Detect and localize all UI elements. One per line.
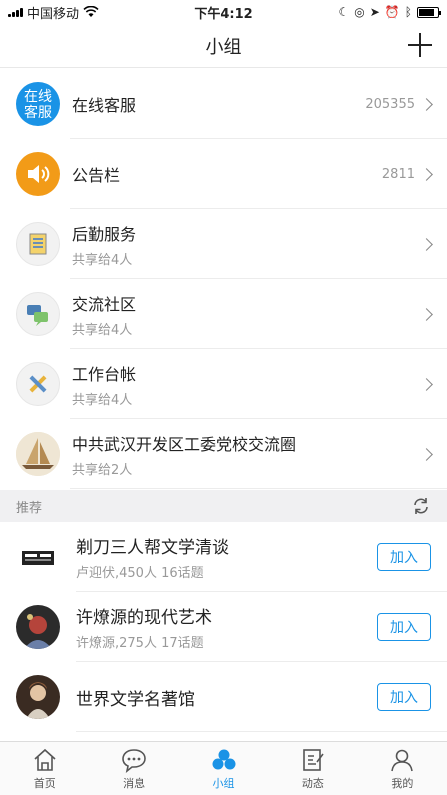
home-icon bbox=[34, 748, 56, 771]
chevron-right-icon bbox=[420, 377, 433, 391]
document-icon bbox=[16, 222, 60, 266]
recommend-item[interactable]: 许燎源的现代艺术 许燎源,275人 17话题 加入 bbox=[0, 592, 447, 662]
tab-label: 小组 bbox=[212, 777, 235, 790]
recommend-subtitle: 许燎源,275人 17话题 bbox=[76, 636, 204, 651]
chevron-right-icon bbox=[420, 447, 433, 461]
join-button[interactable]: 加入 bbox=[377, 613, 431, 641]
tools-icon bbox=[16, 362, 60, 406]
status-left: 中国移动 bbox=[8, 3, 99, 22]
sailboat-icon bbox=[16, 432, 60, 476]
battery-icon bbox=[417, 6, 441, 18]
recommend-label: 推荐 bbox=[16, 500, 43, 516]
recommend-item[interactable]: 剃刀三人帮文学清谈 卢迎伏,450人 16话题 加入 bbox=[0, 522, 447, 592]
tab-home[interactable]: 首页 bbox=[0, 742, 89, 795]
group-title: 公告栏 bbox=[72, 166, 121, 185]
group-shared: 共享给2人 bbox=[72, 462, 133, 478]
feed-icon bbox=[303, 749, 324, 771]
group-title: 工作台帐 bbox=[72, 364, 137, 384]
group-row-community[interactable]: 交流社区 共享给4人 bbox=[0, 279, 447, 349]
group-title: 在线客服 bbox=[72, 96, 137, 115]
chevron-right-icon bbox=[420, 97, 433, 111]
group-title: 后勤服务 bbox=[72, 224, 137, 244]
chevron-right-icon bbox=[420, 167, 433, 181]
group-list: 在线 客服 在线客服 205355 公告栏 2811 后勤服务 共享给4人 交流… bbox=[0, 69, 447, 489]
svg-text:在线: 在线 bbox=[24, 89, 52, 105]
join-button[interactable]: 加入 bbox=[377, 543, 431, 571]
join-button[interactable]: 加入 bbox=[377, 683, 431, 711]
group-row-notice[interactable]: 公告栏 2811 bbox=[0, 139, 447, 209]
group-avatar-icon bbox=[16, 605, 60, 649]
tab-label: 我的 bbox=[391, 777, 414, 790]
chevron-right-icon bbox=[420, 307, 433, 321]
speaker-icon bbox=[16, 152, 60, 196]
tab-label: 动态 bbox=[301, 777, 324, 790]
lock-rotation-icon: ◎ bbox=[354, 5, 365, 19]
group-title: 中共武汉开发区工委党校交流圈 bbox=[72, 434, 297, 454]
refresh-icon[interactable] bbox=[411, 496, 431, 516]
tab-label: 消息 bbox=[123, 777, 146, 790]
group-row-party-school[interactable]: 中共武汉开发区工委党校交流圈 共享给2人 bbox=[0, 419, 447, 489]
group-icon bbox=[212, 749, 236, 770]
group-avatar-icon bbox=[16, 535, 60, 579]
status-bar: 中国移动 下午4:12 ☾ ◎ ➤ ⏰ ᛒ bbox=[0, 0, 447, 24]
tab-messages[interactable]: 消息 bbox=[89, 742, 178, 795]
tab-groups[interactable]: 小组 bbox=[179, 742, 268, 795]
group-row-service[interactable]: 在线 客服 在线客服 205355 bbox=[0, 69, 447, 139]
group-shared: 共享给4人 bbox=[72, 392, 133, 408]
signal-icon bbox=[8, 7, 23, 17]
nav-bar: 小组 bbox=[0, 24, 447, 68]
recommend-title: 世界文学名著馆 bbox=[76, 689, 195, 710]
chat-bubbles-icon bbox=[16, 292, 60, 336]
group-shared: 共享给4人 bbox=[72, 322, 133, 338]
message-icon bbox=[122, 749, 146, 773]
recommend-header: 推荐 bbox=[0, 490, 447, 522]
profile-icon bbox=[391, 749, 414, 772]
tab-label: 首页 bbox=[33, 777, 56, 790]
recommend-list: 剃刀三人帮文学清谈 卢迎伏,450人 16话题 加入 许燎源的现代艺术 许燎源,… bbox=[0, 522, 447, 732]
svg-text:客服: 客服 bbox=[24, 104, 52, 121]
group-shared: 共享给4人 bbox=[72, 252, 133, 268]
recommend-title: 剃刀三人帮文学清谈 bbox=[76, 538, 229, 558]
group-count: 205355 bbox=[365, 96, 415, 112]
bluetooth-icon: ᛒ bbox=[404, 5, 412, 19]
group-avatar-icon bbox=[16, 675, 60, 719]
recommend-subtitle: 卢迎伏,450人 16话题 bbox=[76, 566, 204, 581]
recommend-item[interactable]: 世界文学名著馆 加入 bbox=[0, 662, 447, 732]
location-icon: ➤ bbox=[369, 5, 380, 19]
moon-icon: ☾ bbox=[338, 5, 350, 19]
wifi-icon bbox=[83, 6, 99, 17]
group-title: 交流社区 bbox=[72, 294, 137, 314]
page-title: 小组 bbox=[205, 36, 242, 58]
group-count: 2811 bbox=[381, 166, 415, 182]
status-right: ☾ ◎ ➤ ⏰ ᛒ bbox=[338, 5, 441, 19]
add-icon[interactable] bbox=[407, 32, 433, 58]
alarm-icon: ⏰ bbox=[384, 5, 400, 19]
chevron-right-icon bbox=[420, 237, 433, 251]
tab-profile[interactable]: 我的 bbox=[358, 742, 447, 795]
service-icon: 在线 客服 bbox=[16, 82, 60, 126]
group-row-logistics[interactable]: 后勤服务 共享给4人 bbox=[0, 209, 447, 279]
carrier-label: 中国移动 bbox=[27, 6, 80, 22]
recommend-title: 许燎源的现代艺术 bbox=[76, 608, 212, 628]
group-row-ledger[interactable]: 工作台帐 共享给4人 bbox=[0, 349, 447, 419]
tab-bar: 首页 消息 小组 动态 我的 bbox=[0, 741, 447, 795]
tab-feed[interactable]: 动态 bbox=[268, 742, 357, 795]
